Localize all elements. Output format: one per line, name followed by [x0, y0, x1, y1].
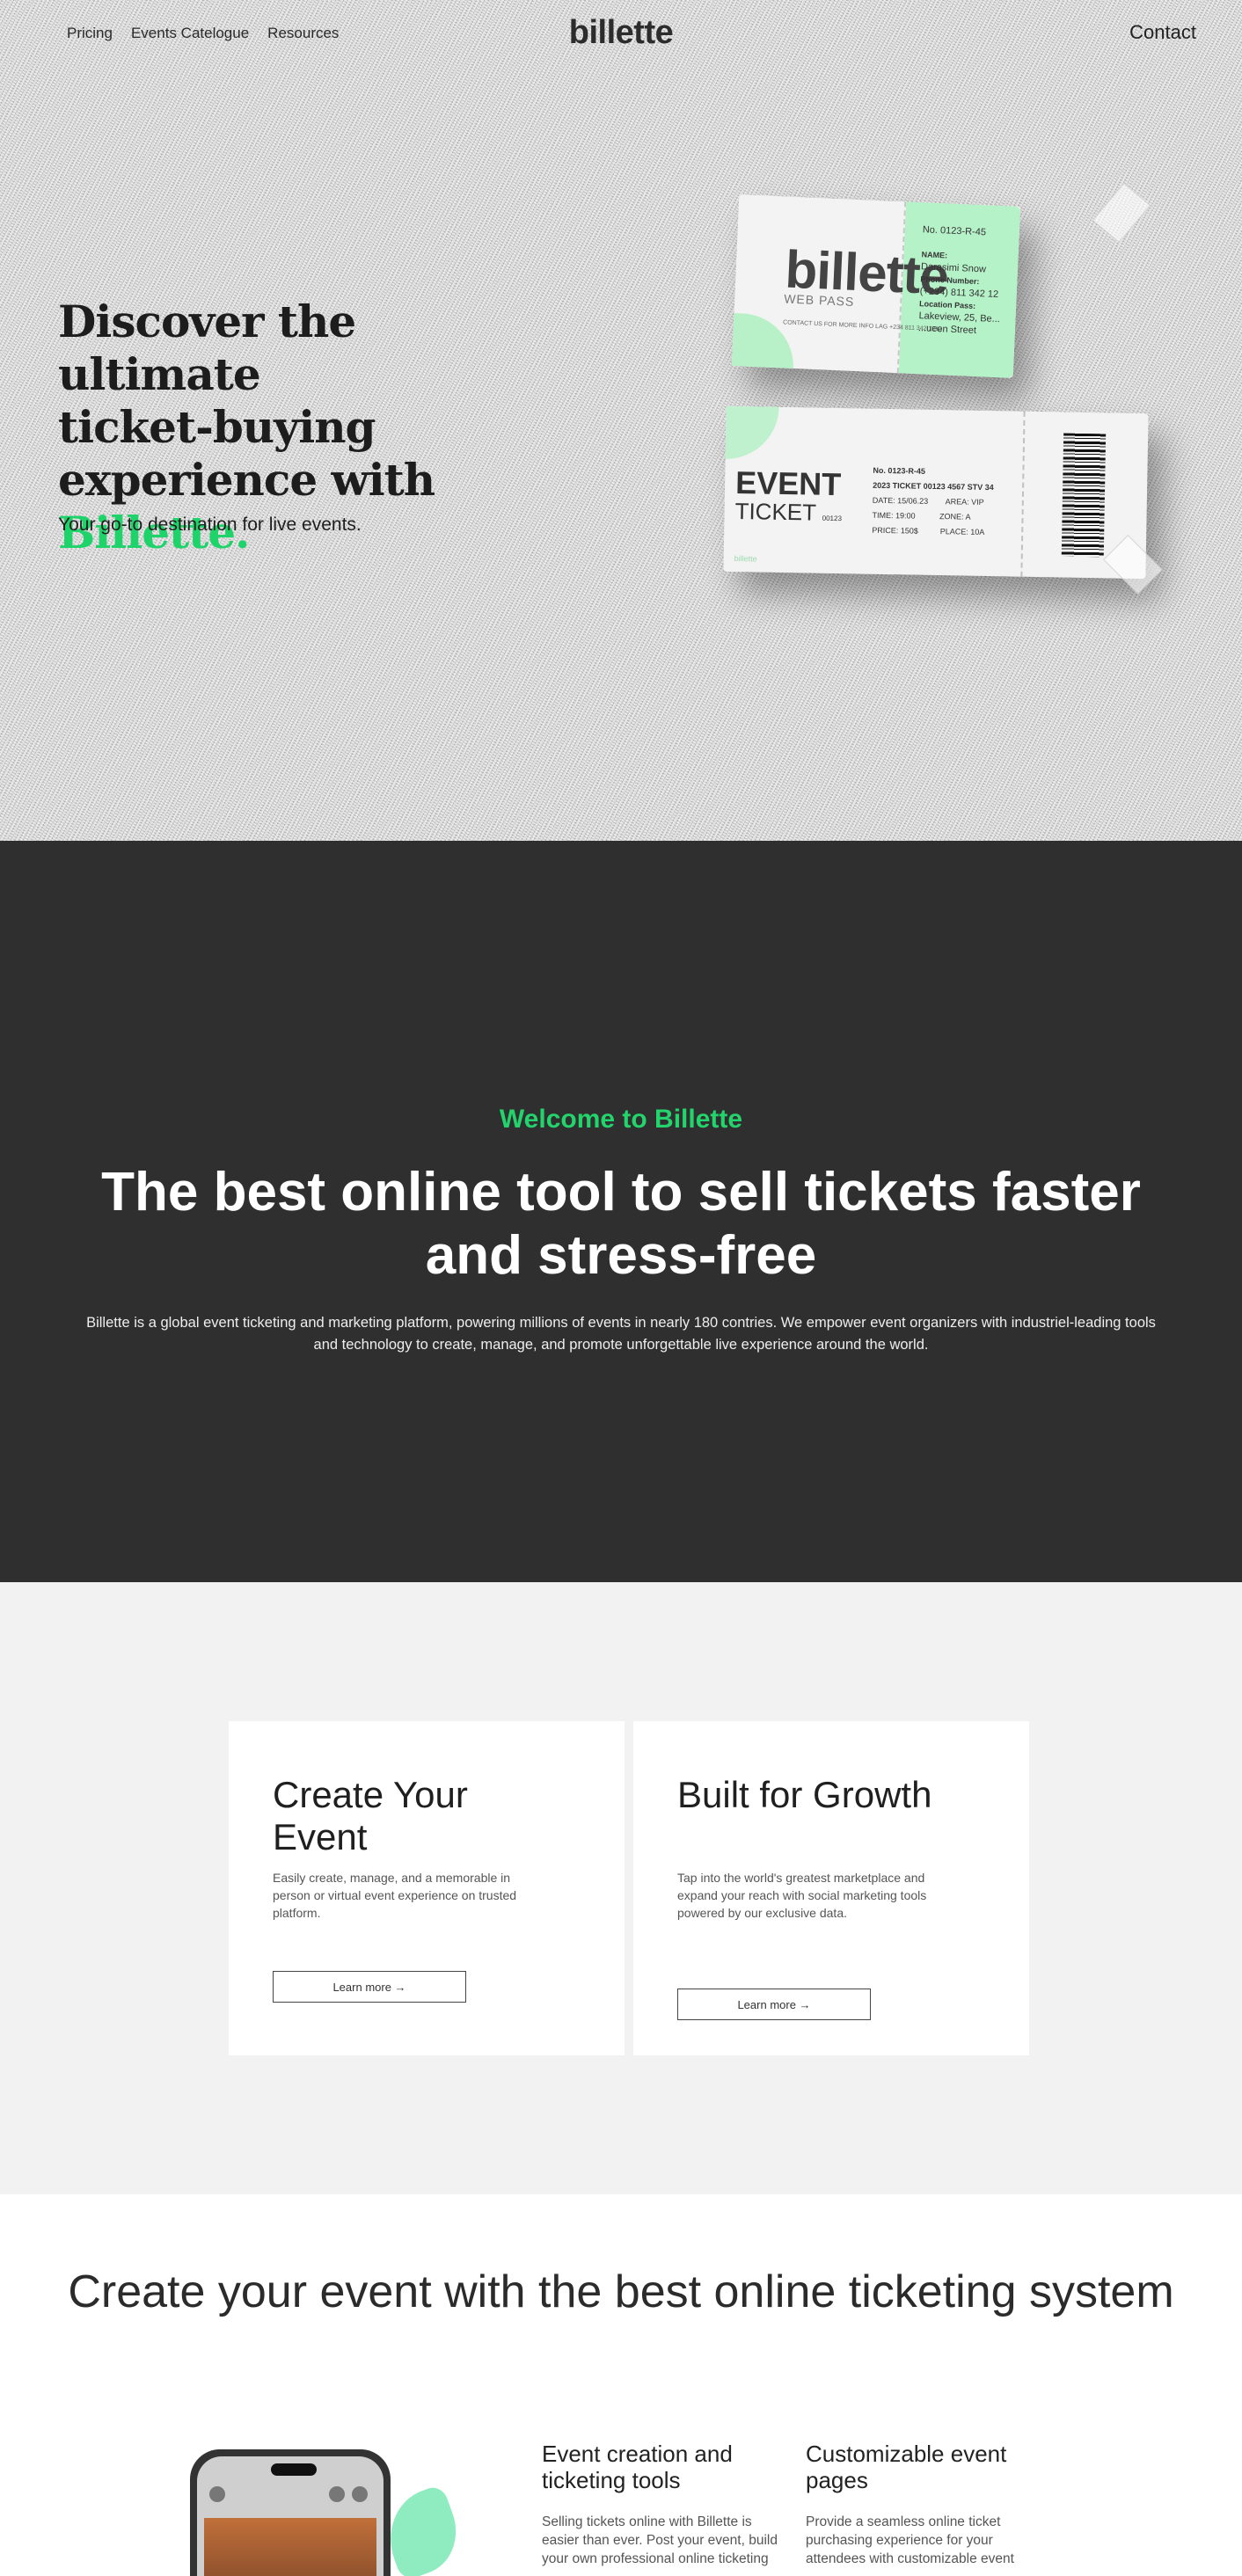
card-title: Built for Growth — [677, 1774, 932, 1815]
hero-subtitle: Your go-to destination for live events. — [58, 514, 362, 535]
feature-title: Customizable event pages — [806, 2441, 1007, 2493]
ticket-number: No. 0123-R-45 — [873, 465, 926, 476]
card-title: Create Your Event — [273, 1774, 468, 1857]
ticket-footer-brand: billette — [734, 554, 757, 564]
ticketing-system-section: Create your event with the best online t… — [0, 2194, 1242, 2576]
share-icon — [352, 2486, 368, 2502]
feature-customizable-pages: Customizable event pages Provide a seaml… — [806, 2441, 1052, 2568]
ticket-time: TIME: 19:00 — [872, 510, 916, 521]
hero-title-line: ticket-buying — [58, 401, 376, 453]
ticket-pass-label: WEB PASS — [783, 291, 855, 309]
learn-more-button[interactable]: Learn more → — [273, 1971, 466, 2003]
card-text: Easily create, manage, and a memorable i… — [273, 1871, 517, 1920]
ticket-location-label: Location Pass: — [918, 299, 976, 310]
ticket-zone: ZONE: A — [939, 512, 971, 522]
feature-text: Provide a seamless online ticket purchas… — [806, 2514, 1014, 2566]
barcode-icon — [1061, 433, 1107, 558]
hero-section: Pricing Events Catelogue Resources bille… — [0, 0, 1242, 841]
ticket-location: Lakeview, 25, Be... ...ueen Street — [917, 310, 1001, 337]
ticket-area: AREA: VIP — [945, 497, 984, 507]
ticket-price: PRICE: 150$ — [872, 525, 918, 536]
ticket-ticket-label: TICKET 00123 — [734, 498, 842, 527]
ticket-place: PLACE: 10A — [939, 527, 985, 536]
ticket-number: No. 0123-R-45 — [922, 224, 987, 238]
ticket-info: No. 0123-R-45 2023 TICKET 00123 4567 STV… — [872, 463, 994, 540]
site-logo[interactable]: billette — [0, 14, 1242, 52]
web-pass-ticket-image: billette WEB PASS CONTACT US FOR MORE IN… — [731, 194, 1021, 378]
ticket-word: TICKET — [734, 498, 816, 526]
features-cards-section: Create Your Event Easily create, manage,… — [0, 1582, 1242, 2194]
learn-more-button[interactable]: Learn more → — [677, 1989, 871, 2020]
about-description: Billette is a global event ticketing and… — [86, 1315, 1156, 1353]
app-icon — [209, 2486, 225, 2502]
section-title: Create your event with the best online t… — [68, 2266, 1174, 2317]
twitter-icon — [329, 2486, 345, 2502]
feature-event-creation: Event creation and ticketing tools Selli… — [542, 2441, 788, 2568]
card-text: Tap into the world's greatest marketplac… — [677, 1871, 927, 1920]
about-section: Welcome to Billette The best online tool… — [0, 841, 1242, 1582]
hero-title-line: experience with — [58, 454, 435, 506]
phone-mockup-image — [190, 2449, 391, 2576]
phone-screen — [197, 2456, 384, 2576]
feature-card-create-event: Create Your Event Easily create, manage,… — [229, 1721, 625, 2055]
about-title: The best online tool to sell tickets fas… — [101, 1162, 1141, 1286]
ticket-phone-label: Phone Number: — [920, 274, 980, 287]
welcome-heading: Welcome to Billette — [499, 1105, 743, 1134]
feature-text: Selling tickets online with Billette is … — [542, 2514, 778, 2566]
ticket-serial: 2023 TICKET 00123 4567 STV 34 — [873, 480, 994, 493]
feature-card-built-for-growth: Built for Growth Tap into the world's gr… — [633, 1721, 1029, 2055]
ticket-decoration — [725, 405, 779, 460]
feature-title: Event creation and ticketing tools — [542, 2441, 733, 2493]
ticket-phone: (+234) 811 342 12 — [919, 286, 999, 301]
event-photo — [204, 2518, 376, 2576]
ticket-date: DATE: 15/06.23 — [872, 495, 929, 506]
contact-link[interactable]: Contact — [1129, 21, 1196, 44]
ticket-perforation — [1020, 411, 1026, 577]
ticket-name: Darasimi Snow — [920, 261, 987, 275]
hero-title-line: Discover the ultimate — [58, 296, 356, 400]
ticket-name-label: NAME: — [921, 250, 948, 260]
ticket-code: 00123 — [822, 514, 843, 523]
tape-decoration — [1092, 182, 1151, 244]
phone-notch — [271, 2463, 317, 2476]
ticket-stub-info: No. 0123-R-45 NAME: Darasimi Snow Phone … — [918, 223, 1011, 338]
event-ticket-image: EVENT TICKET 00123 No. 0123-R-45 2023 TI… — [723, 405, 1149, 580]
